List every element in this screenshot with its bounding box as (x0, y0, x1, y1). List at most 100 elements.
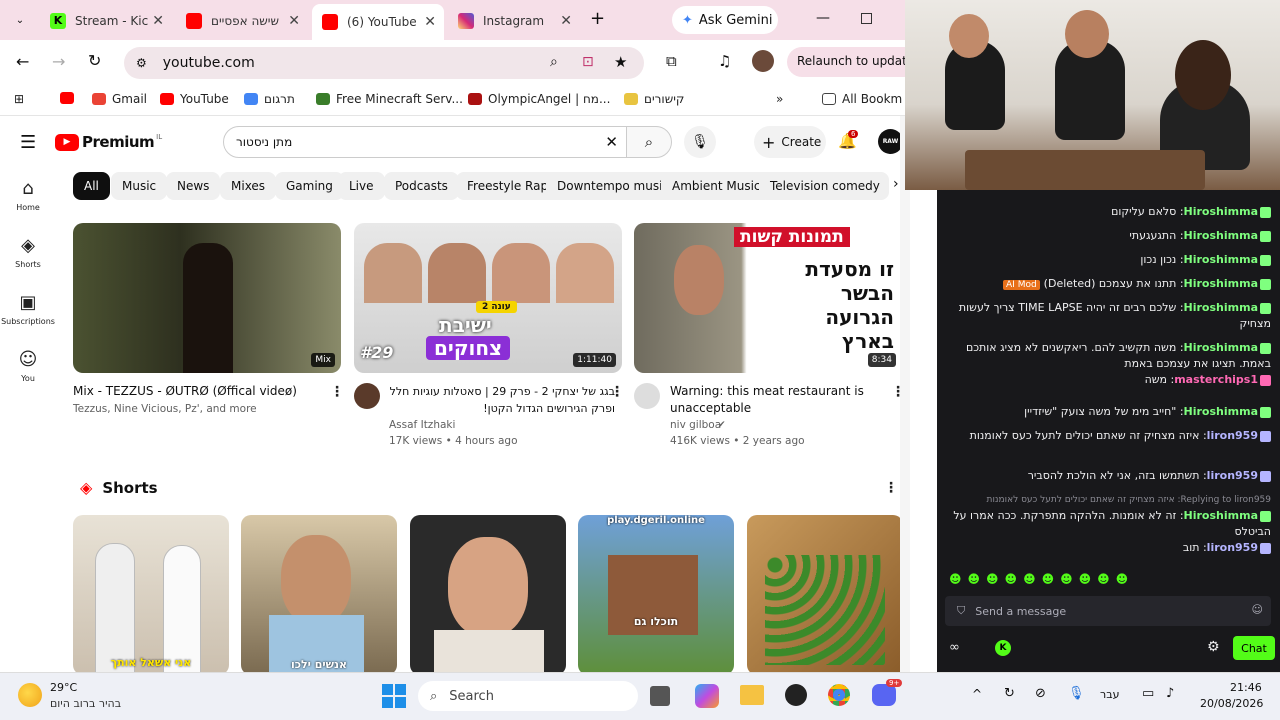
chip-mixes[interactable]: Mixes (220, 172, 277, 200)
channel-avatar[interactable] (354, 383, 380, 409)
bookmark-star-icon[interactable]: ★ (614, 53, 627, 71)
tab-youtube[interactable]: (6) YouTube ✕ (312, 4, 444, 40)
chat-tools-icon[interactable]: ∞ (949, 640, 960, 655)
weather-desc[interactable]: בהיר ברוב היום (50, 697, 121, 710)
forward-icon[interactable]: → (52, 52, 65, 71)
emote-icon[interactable]: ☻ (986, 572, 999, 586)
chip-news[interactable]: News (166, 172, 221, 200)
chrome-icon[interactable] (828, 684, 850, 706)
close-icon[interactable]: ✕ (560, 13, 572, 29)
short-thumbnail[interactable] (410, 515, 566, 672)
chat-username[interactable]: Hiroshimma (1184, 229, 1258, 242)
video-thumbnail[interactable]: עונה 2 ישיבת צחוקים #29 1:11:40 (354, 223, 622, 373)
weather-temp[interactable]: 29°C (50, 681, 77, 694)
channel-avatar[interactable] (634, 383, 660, 409)
tab-search-icon[interactable]: ⌄ (10, 10, 30, 30)
sidebar-item-home[interactable]: ⌂ Home (0, 178, 56, 212)
short-thumbnail[interactable]: play.dgeril.online תוכלו גם (578, 515, 734, 672)
scrollbar[interactable] (900, 116, 910, 672)
bookmark-gmail[interactable]: Gmail (92, 92, 147, 106)
language-indicator[interactable]: עבר (1100, 688, 1119, 701)
chat-username[interactable]: Hiroshimma (1184, 253, 1258, 266)
emote-icon[interactable]: ☻ (1060, 572, 1073, 586)
video-title[interactable]: Warning: this meat restaurant is unaccep… (670, 383, 880, 417)
all-bookmarks-folder[interactable]: All Bookmarks (822, 92, 902, 106)
emote-icon[interactable]: ☻ (1005, 572, 1018, 586)
chat-send-button[interactable]: Chat (1233, 636, 1275, 660)
sidebar-item-you[interactable]: ☺ You (0, 349, 56, 383)
chat-username[interactable]: liron959 (1207, 541, 1258, 554)
sidebar-item-shorts[interactable]: ◈ Shorts (0, 235, 56, 269)
clock-time[interactable]: 21:46 (1230, 681, 1262, 694)
chevron-right-icon[interactable]: › (893, 176, 899, 192)
clear-search-icon[interactable]: ✕ (605, 133, 618, 151)
weather-icon[interactable] (18, 683, 42, 707)
app-icon[interactable] (785, 684, 807, 706)
chat-username[interactable]: Hiroshimma (1184, 301, 1258, 314)
youtube-logo[interactable]: ▶ Premium IL (55, 133, 162, 151)
tab-instagram[interactable]: Instagram ✕ (448, 6, 580, 36)
taskbar-search[interactable]: ⌕ Search (418, 681, 638, 711)
voice-search-button[interactable]: 🎙 (684, 126, 716, 158)
create-button[interactable]: + Create (754, 126, 826, 158)
task-view-icon[interactable] (650, 686, 670, 706)
microphone-icon[interactable]: 🎙 (1068, 686, 1085, 701)
tab-shisha[interactable]: שישה אפסיים ✕ (176, 6, 308, 36)
chat-username[interactable]: Hiroshimma (1184, 405, 1258, 418)
tab-kick[interactable]: K Stream - Kic ✕ (40, 6, 172, 36)
more-options-icon[interactable]: ⋮ (884, 480, 898, 496)
emote-icon[interactable]: ☻ (1079, 572, 1092, 586)
mute-icon[interactable]: ⊘ (1035, 686, 1046, 701)
short-thumbnail[interactable]: אנשים ילכו (241, 515, 397, 672)
video-channel[interactable]: niv gilboa (670, 417, 721, 433)
video-thumbnail[interactable]: תמונות קשות זו מסעדת הבשר הגרועה בארץ 8:… (634, 223, 902, 373)
address-bar[interactable]: ⚙ youtube.com ⌕ ⊡ ★ (124, 47, 644, 79)
emote-icon[interactable]: ☻ (949, 572, 962, 586)
bookmark-links[interactable]: קישורים (624, 92, 684, 106)
chat-username[interactable]: liron959 (1207, 429, 1258, 442)
chat-input[interactable]: ⛉ Send a message ☺ (945, 596, 1271, 626)
bookmark-translate[interactable]: תרגום (244, 92, 295, 106)
clock-date[interactable]: 20/08/2026 (1200, 697, 1263, 710)
minimize-icon[interactable]: — (816, 10, 830, 26)
video-channel[interactable]: Assaf Itzhaki (389, 417, 455, 433)
chevron-up-icon[interactable]: ^ (972, 687, 982, 701)
relaunch-button[interactable]: Relaunch to update (787, 47, 914, 77)
chat-username[interactable]: Hiroshimma (1184, 205, 1258, 218)
ask-gemini-button[interactable]: ✦ Ask Gemini (672, 6, 778, 34)
chip-all[interactable]: All (73, 172, 110, 200)
chat-username[interactable]: liron959 (1207, 469, 1258, 482)
site-info-icon[interactable]: ⚙ (136, 56, 147, 70)
chip-tv-comedy[interactable]: Television comedy (759, 172, 889, 200)
chip-gaming[interactable]: Gaming (275, 172, 344, 200)
emote-icon[interactable]: ☻ (1116, 572, 1129, 586)
sync-icon[interactable]: ↻ (1004, 686, 1015, 701)
kick-points-icon[interactable]: K (995, 640, 1011, 656)
extensions-icon[interactable]: ⧉ (666, 52, 677, 70)
emote-icon[interactable]: ☻ (1042, 572, 1055, 586)
reload-icon[interactable]: ↻ (88, 51, 101, 70)
sidebar-item-subscriptions[interactable]: ▣ Subscriptions (0, 292, 56, 326)
short-thumbnail[interactable]: אני אשאל אותך (73, 515, 229, 672)
file-explorer-icon[interactable] (740, 685, 764, 705)
install-icon[interactable]: ⊡ (582, 54, 594, 70)
new-tab-icon[interactable]: + (590, 8, 605, 29)
chip-live[interactable]: Live (338, 172, 385, 200)
video-channel[interactable]: Tezzus, Nine Vicious, Pz', and more (73, 401, 257, 417)
chip-freestyle-rap[interactable]: Freestyle Rap (456, 172, 560, 200)
maximize-icon[interactable] (861, 13, 872, 24)
zoom-icon[interactable]: ⌕ (550, 54, 558, 70)
chip-music[interactable]: Music (111, 172, 168, 200)
video-title[interactable]: בגג של יצחקי 2 - פרק 29 | סאטלות עוגיות … (389, 383, 615, 417)
video-thumbnail[interactable]: Mix (73, 223, 341, 373)
bookmark-youtube[interactable]: YouTube (160, 92, 229, 106)
emote-icon[interactable]: ☻ (968, 572, 981, 586)
bookmark-minecraft[interactable]: Free Minecraft Serv... (316, 92, 463, 106)
chat-username[interactable]: masterchips1 (1174, 373, 1258, 386)
windows-start-icon[interactable] (382, 684, 406, 708)
more-bookmarks-icon[interactable]: » (776, 92, 783, 106)
chip-podcasts[interactable]: Podcasts (384, 172, 459, 200)
menu-icon[interactable]: ☰ (20, 132, 36, 153)
network-icon[interactable]: ▭ (1142, 686, 1154, 701)
chat-username[interactable]: Hiroshimma (1184, 341, 1258, 354)
